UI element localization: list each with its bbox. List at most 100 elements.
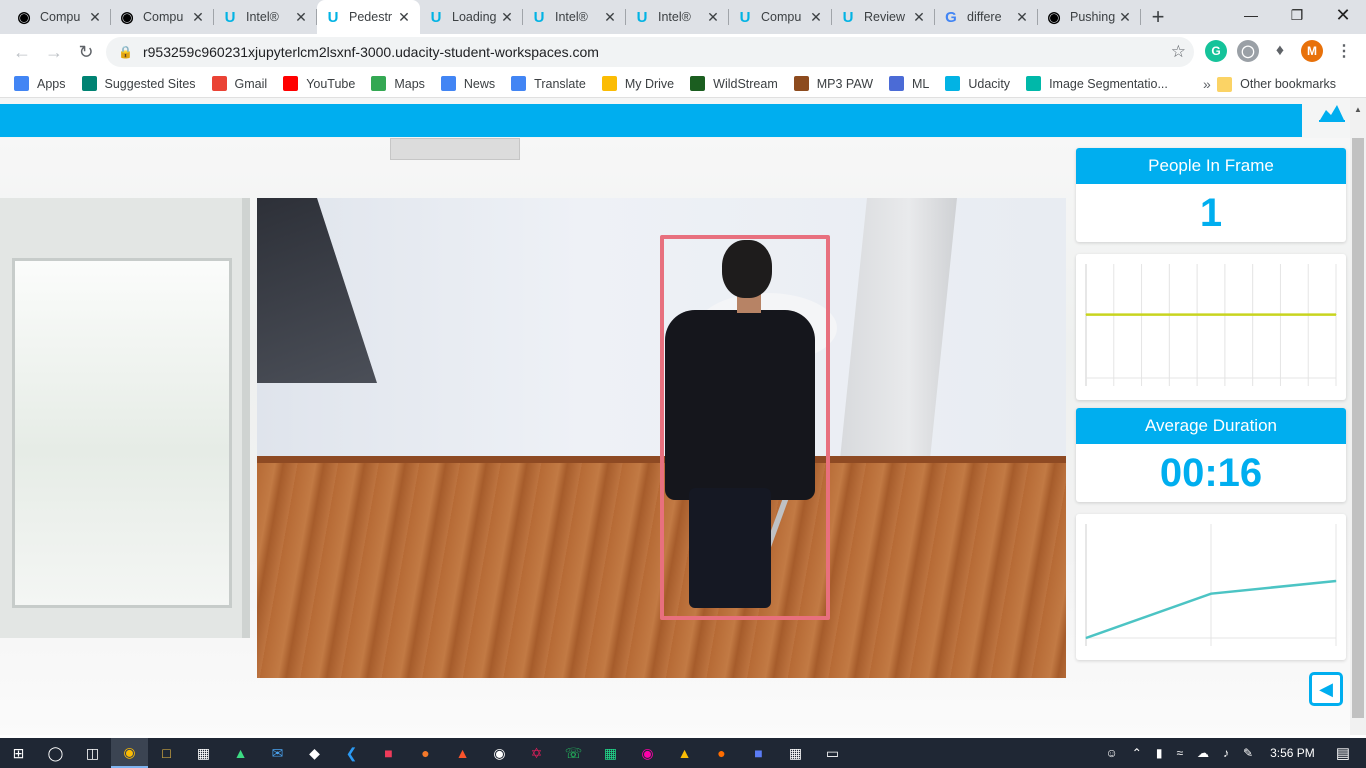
terminal-icon[interactable]: ▭ [814,738,851,768]
bookmarks-bar: Apps Suggested Sites Gmail YouTube Maps News T… [0,70,1366,98]
collapse-panel-button[interactable]: ◀ [1309,672,1343,706]
address-bar[interactable]: 🔒 r953259c960231xjupyterlcm2lsxnf-3000.u… [106,37,1194,67]
browser-tab[interactable]: Gdiffere ✕ [935,0,1038,34]
minimize-button[interactable]: — [1228,0,1274,30]
tray-chevron-icon[interactable]: ⌃ [1132,746,1142,760]
bookmark-item[interactable]: Translate [511,76,586,91]
extensions-puzzle-icon[interactable]: ♦ [1269,40,1291,62]
tab-close-icon[interactable]: ✕ [1014,9,1030,26]
reload-icon[interactable]: ↻ [70,36,102,68]
tab-close-icon[interactable]: ✕ [190,9,206,26]
bookmark-star-icon[interactable]: ☆ [1171,42,1186,62]
browser-tab[interactable]: ◉ Compu ✕ [8,0,111,34]
bookmark-item[interactable]: ML [889,76,929,91]
calculator-icon[interactable]: ▦ [777,738,814,768]
bookmark-item[interactable]: News [440,76,495,91]
volume-icon[interactable]: ♪ [1223,746,1229,760]
tab-close-icon[interactable]: ✕ [293,9,309,26]
app-orange-icon[interactable]: ● [703,738,740,768]
bookmark-item[interactable]: Image Segmentatio... [1026,76,1168,91]
forward-arrow-icon[interactable]: → [38,36,70,68]
bookmark-item[interactable]: Gmail [211,76,267,91]
grammarly-icon[interactable]: G [1205,40,1227,62]
browser-tab[interactable]: U Pedestr ✕ [317,0,420,34]
app-red-icon[interactable]: ■ [370,738,407,768]
browser-tab[interactable]: ◉ Pushing ✕ [1038,0,1141,34]
pycharm-icon[interactable]: ▦ [592,738,629,768]
android-icon[interactable]: ▲ [222,738,259,768]
tab-close-icon[interactable]: ✕ [705,9,721,26]
profile-avatar[interactable]: M [1301,40,1323,62]
tab-close-icon[interactable]: ✕ [87,9,103,26]
store-icon[interactable]: ▦ [185,738,222,768]
browser-tab[interactable]: ◉ Compu ✕ [111,0,214,34]
tab-close-icon[interactable]: ✕ [1117,9,1133,26]
tab-close-icon[interactable]: ✕ [396,9,412,26]
restore-button[interactable]: ❐ [1274,0,1320,30]
brave-icon[interactable]: ▲ [444,738,481,768]
notifications-icon[interactable]: ▤ [1336,744,1350,762]
udacity-icon: U [430,8,442,26]
whatsapp-icon[interactable]: ☏ [555,738,592,768]
browser-tab[interactable]: U Intel® ✕ [626,0,729,34]
browser-tab[interactable]: U Loading ✕ [420,0,523,34]
obs-icon[interactable]: ◉ [481,738,518,768]
tab-title: Review [864,10,905,24]
bookmark-item[interactable]: Suggested Sites [81,76,196,91]
blender-icon[interactable]: ● [407,738,444,768]
bookmark-item[interactable]: WildStream [690,76,778,91]
browser-tab[interactable]: U Review ✕ [832,0,935,34]
unity-icon[interactable]: ◆ [296,738,333,768]
chart-point [1307,314,1309,316]
browser-tab[interactable]: U Intel® ✕ [523,0,626,34]
bookmark-label: Apps [37,76,66,91]
clock-time[interactable]: 3:56 PM [1270,746,1315,760]
bookmark-item[interactable]: Maps [371,76,425,91]
task-view-icon[interactable]: ◫ [74,738,111,768]
chrome-icon[interactable]: ◉ [111,738,148,768]
chart-point [1196,314,1198,316]
extension-compass-icon[interactable]: ◯ [1237,40,1259,62]
tab-close-icon[interactable]: ✕ [808,9,824,26]
chart-toggle-icon[interactable] [1318,100,1348,124]
tab-strip: ◉ Compu ✕ ◉ Compu ✕ U Intel® ✕ U Pedestr ✕ U Loading ✕… [0,0,1366,34]
wifi-icon[interactable]: ≈ [1176,746,1183,760]
tab-title: Compu [40,10,81,24]
bookmark-item[interactable]: MP3 PAW [793,76,873,91]
tab-close-icon[interactable]: ✕ [911,9,927,26]
bookmark-item[interactable]: My Drive [601,76,674,91]
google-drive-icon[interactable]: ▲ [666,738,703,768]
browser-tab[interactable]: U Intel® ✕ [214,0,317,34]
wildstream-icon [690,76,706,91]
link-icon [1026,76,1042,91]
pen-icon[interactable]: ✎ [1243,746,1253,760]
windows-start-icon[interactable]: ⊞ [0,738,37,768]
chart-point [1335,580,1337,582]
scrollbar-thumb[interactable] [1352,138,1364,718]
bookmarks-overflow-icon[interactable]: » [1203,70,1211,98]
other-bookmarks[interactable]: Other bookmarks [1217,70,1336,98]
app-blue-icon[interactable]: ■ [740,738,777,768]
battery-icon[interactable]: ▮ [1156,746,1163,760]
tab-close-icon[interactable]: ✕ [499,9,515,26]
menu-dots-icon[interactable]: ⋮ [1333,40,1355,62]
mail-icon[interactable]: ✉ [259,738,296,768]
browser-tab[interactable]: U Compu ✕ [729,0,832,34]
people-icon[interactable]: ☺ [1106,746,1118,760]
new-tab-button[interactable]: + [1141,0,1175,34]
search-icon[interactable]: ◯ [37,738,74,768]
onedrive-icon[interactable]: ☁ [1197,746,1209,760]
file-explorer-icon[interactable]: □ [148,738,185,768]
slack-icon[interactable]: ✡ [518,738,555,768]
paint-icon[interactable]: ◉ [629,738,666,768]
vscode-icon[interactable]: ❮ [333,738,370,768]
url-text: r953259c960231xjupyterlcm2lsxnf-3000.uda… [142,44,599,60]
back-arrow-icon[interactable]: ← [6,36,38,68]
bookmark-item[interactable]: YouTube [283,76,355,91]
scroll-up-arrow-icon[interactable]: ▲ [1354,105,1364,119]
bookmark-item[interactable]: Apps [14,76,66,91]
bookmark-item[interactable]: Udacity [945,76,1010,91]
tab-close-icon[interactable]: ✕ [602,9,618,26]
average-duration-value: 00:16 [1159,450,1263,495]
close-window-button[interactable]: ✕ [1320,0,1366,30]
